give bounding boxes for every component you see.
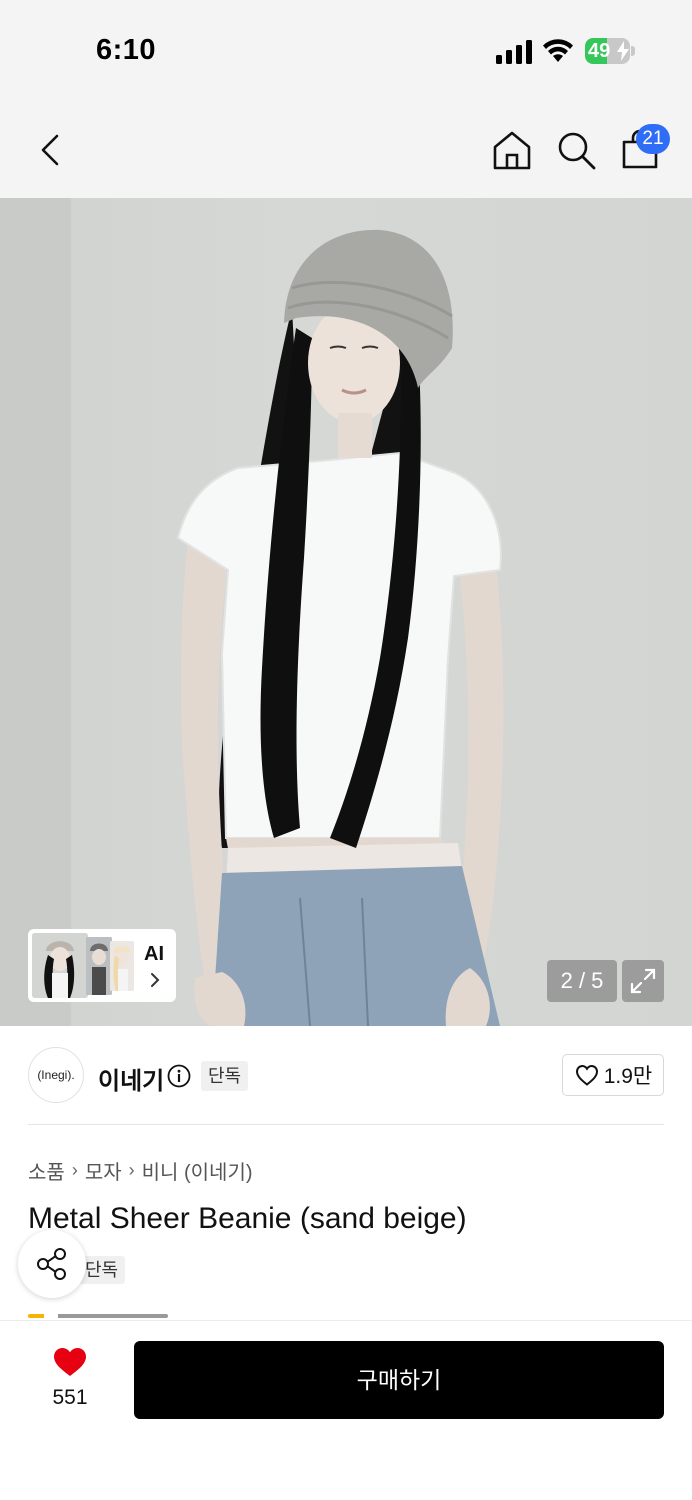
breadcrumb-item-3[interactable]: 비니 (이네기) bbox=[142, 1156, 253, 1185]
ai-thumbnail-2 bbox=[86, 937, 112, 995]
product-image[interactable] bbox=[0, 198, 692, 1026]
chevron-right-icon: › bbox=[128, 1160, 135, 1180]
battery-indicator: 49 bbox=[585, 38, 635, 64]
wifi-icon bbox=[543, 39, 573, 62]
ai-thumbnail-1 bbox=[32, 933, 88, 998]
buy-button[interactable]: 구매하기 bbox=[134, 1341, 664, 1419]
ai-styling-card[interactable]: AI bbox=[28, 929, 176, 1002]
cellular-signal-icon bbox=[496, 40, 532, 64]
info-icon[interactable] bbox=[167, 1064, 191, 1088]
ai-thumbnail-3 bbox=[110, 941, 134, 991]
status-time: 6:10 bbox=[96, 34, 157, 66]
heart-filled-icon bbox=[54, 1348, 86, 1376]
product-title: Metal Sheer Beanie (sand beige) bbox=[28, 1202, 467, 1235]
review-summary-row bbox=[28, 1312, 328, 1320]
back-button[interactable] bbox=[30, 128, 70, 172]
brand-like-button[interactable]: 1.9만 bbox=[562, 1054, 664, 1096]
breadcrumb-item-1[interactable]: 소품 bbox=[28, 1156, 65, 1185]
heart-outline-icon bbox=[575, 1064, 598, 1086]
expand-icon bbox=[630, 968, 656, 994]
wishlist-count: 551 bbox=[52, 1386, 88, 1409]
model-photo bbox=[176, 229, 504, 1026]
ai-label: AI bbox=[144, 943, 164, 965]
charging-bolt-icon bbox=[617, 41, 629, 61]
top-nav-bar bbox=[0, 100, 692, 198]
brand-logo-text: (Inegi). bbox=[37, 1068, 75, 1082]
image-page-counter: 2 / 5 bbox=[547, 960, 617, 1002]
exclusive-badge: 단독 bbox=[201, 1061, 249, 1091]
chevron-right-icon: › bbox=[71, 1160, 78, 1180]
status-bar: 6:10 49 bbox=[0, 0, 692, 100]
expand-button[interactable] bbox=[622, 960, 664, 1002]
cart-count-badge: 21 bbox=[636, 124, 670, 154]
divider bbox=[28, 1124, 664, 1125]
chevron-right-icon bbox=[151, 973, 160, 987]
wishlist-button[interactable]: 551 bbox=[36, 1342, 104, 1414]
search-icon[interactable] bbox=[554, 128, 598, 172]
share-icon bbox=[37, 1248, 66, 1280]
breadcrumb: 소품 › 모자 › 비니 (이네기) bbox=[28, 1156, 253, 1185]
brand-name[interactable]: 이네기 bbox=[98, 1061, 164, 1096]
chevron-left-icon bbox=[41, 134, 59, 166]
home-icon[interactable] bbox=[490, 128, 534, 172]
breadcrumb-item-2[interactable]: 모자 bbox=[85, 1156, 122, 1185]
share-button[interactable] bbox=[18, 1230, 86, 1298]
brand-like-count: 1.9만 bbox=[603, 1065, 653, 1088]
brand-logo[interactable]: (Inegi). bbox=[28, 1047, 84, 1103]
